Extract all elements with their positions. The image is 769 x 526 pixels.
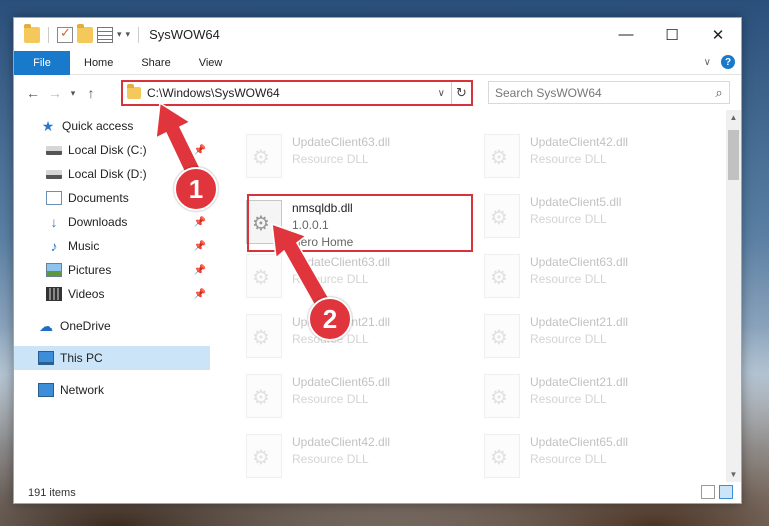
step-badge-2: 2 [308,297,352,341]
dll-file-icon [484,134,520,178]
sidebar-item-music[interactable]: ♪ Music 📌 [14,234,210,258]
file-tile[interactable]: UpdateClient63.dllResource DLL [230,248,460,306]
tab-share[interactable]: Share [127,51,184,75]
file-explorer-window: ▾ ▾ SysWOW64 — ☐ ✕ File Home Share View … [13,17,742,504]
new-folder-icon[interactable] [77,23,93,43]
this-pc-icon [38,351,54,365]
ribbon-tabs: File Home Share View ∨ ? [14,50,741,75]
drive-icon [46,145,62,155]
sidebar-item-pictures[interactable]: Pictures 📌 [14,258,210,282]
scrollbar-thumb[interactable] [728,130,739,180]
pin-icon[interactable]: 📌 [194,145,206,156]
tab-view[interactable]: View [185,51,237,75]
file-tile[interactable]: UpdateClient65.dllResource DLL [468,428,698,482]
drive-icon [46,169,62,179]
file-tile[interactable]: UpdateClient63.dllResource DLL [230,128,460,186]
file-tile[interactable]: UpdateClient65.dllResource DLL [230,368,460,426]
item-count: 191 items [28,487,76,499]
search-input[interactable] [495,85,709,100]
folder-icon [127,84,141,99]
dll-file-icon [484,194,520,238]
star-icon: ★ [41,118,55,134]
dll-file-icon [484,374,520,418]
folder-icon [24,23,40,43]
dll-file-icon [246,134,282,178]
sidebar-item-local-disk-c[interactable]: Local Disk (C:) 📌 [14,138,210,162]
downloads-icon: ↓ [50,214,58,230]
file-tile[interactable]: UpdateClient42.dllResource DLL [468,128,698,186]
address-path[interactable]: C:\Windows\SysWOW64 [147,86,432,100]
title-bar: ▾ ▾ SysWOW64 — ☐ ✕ [14,18,741,51]
dll-file-icon [246,374,282,418]
search-icon[interactable]: ⌕ [709,85,729,101]
up-arrow-icon[interactable]: ↑ [80,85,102,101]
dll-file-icon [246,254,282,298]
sidebar-item-videos[interactable]: Videos 📌 [14,282,210,306]
dll-file-icon [484,254,520,298]
documents-icon [46,191,62,205]
videos-icon [46,287,62,301]
dll-file-icon [246,314,282,358]
step-badge-1: 1 [174,167,218,211]
sidebar-item-onedrive[interactable]: ☁ OneDrive [14,314,210,338]
dll-file-icon [246,434,282,478]
file-tile[interactable]: UpdateClient21.dllResource DLL [468,368,698,426]
status-bar: 191 items [14,482,741,503]
dll-file-icon [484,434,520,478]
pin-icon[interactable]: 📌 [194,241,206,252]
details-view-icon[interactable] [701,485,715,499]
file-tile[interactable]: UpdateClient21.dllResource DLL [468,308,698,366]
customize-dropdown-icon[interactable]: ▾ [117,29,122,40]
file-tile[interactable]: UpdateClient5.dllResource DLL [468,188,698,246]
sidebar-item-quick-access[interactable]: ★ Quick access [14,114,210,138]
chevron-down-icon[interactable]: ∨ [704,57,711,68]
pictures-icon [46,263,62,277]
maximize-button[interactable]: ☐ [649,18,695,51]
back-arrow-icon[interactable]: ← [22,85,44,101]
help-icon[interactable]: ? [721,55,735,69]
address-bar[interactable]: C:\Windows\SysWOW64 ∨ ↻ [121,80,473,106]
onedrive-icon: ☁ [39,318,53,334]
minimize-button[interactable]: — [603,18,649,51]
music-icon: ♪ [50,238,58,254]
quick-access-toolbar: ▾ ▾ [14,23,143,43]
address-dropdown-icon[interactable]: ∨ [432,88,451,99]
search-box[interactable]: ⌕ [488,81,730,104]
properties-check-icon[interactable] [57,25,73,43]
tiles-view-icon[interactable] [719,485,733,499]
tab-file[interactable]: File [14,50,70,75]
window-controls: — ☐ ✕ [603,18,741,51]
scroll-up-icon[interactable]: ▲ [726,110,741,125]
forward-arrow-icon[interactable]: → [44,85,66,101]
vertical-scrollbar[interactable]: ▲ ▼ [726,110,741,482]
dll-file-icon [484,314,520,358]
sidebar-item-network[interactable]: Network [14,378,210,402]
network-icon [38,383,54,397]
file-tile[interactable]: UpdateClient42.dllResource DLL [230,428,460,482]
refresh-icon[interactable]: ↻ [451,82,471,104]
tab-home[interactable]: Home [70,51,127,75]
navigation-bar: ← → ▾ ↑ C:\Windows\SysWOW64 ∨ ↻ ⌕ [14,76,741,110]
navigation-pane: ★ Quick access Local Disk (C:) 📌 Local D… [14,114,210,482]
scroll-down-icon[interactable]: ▼ [726,467,741,482]
file-tile[interactable]: UpdateClient63.dllResource DLL [468,248,698,306]
pin-icon[interactable]: 📌 [194,265,206,276]
sidebar-item-this-pc[interactable]: This PC [14,346,210,370]
recent-locations-icon[interactable]: ▾ [66,88,80,99]
sidebar-item-downloads[interactable]: ↓ Downloads 📌 [14,210,210,234]
qa-dropdown-icon[interactable]: ▾ [126,29,131,40]
properties-icon[interactable] [97,26,113,43]
highlight-box [247,194,473,252]
pin-icon[interactable]: 📌 [194,289,206,300]
pin-icon[interactable]: 📌 [194,217,206,228]
window-title: SysWOW64 [149,27,220,42]
close-button[interactable]: ✕ [695,18,741,51]
file-list: UpdateClient63.dllResource DLL nmsqldb.d… [220,110,728,482]
